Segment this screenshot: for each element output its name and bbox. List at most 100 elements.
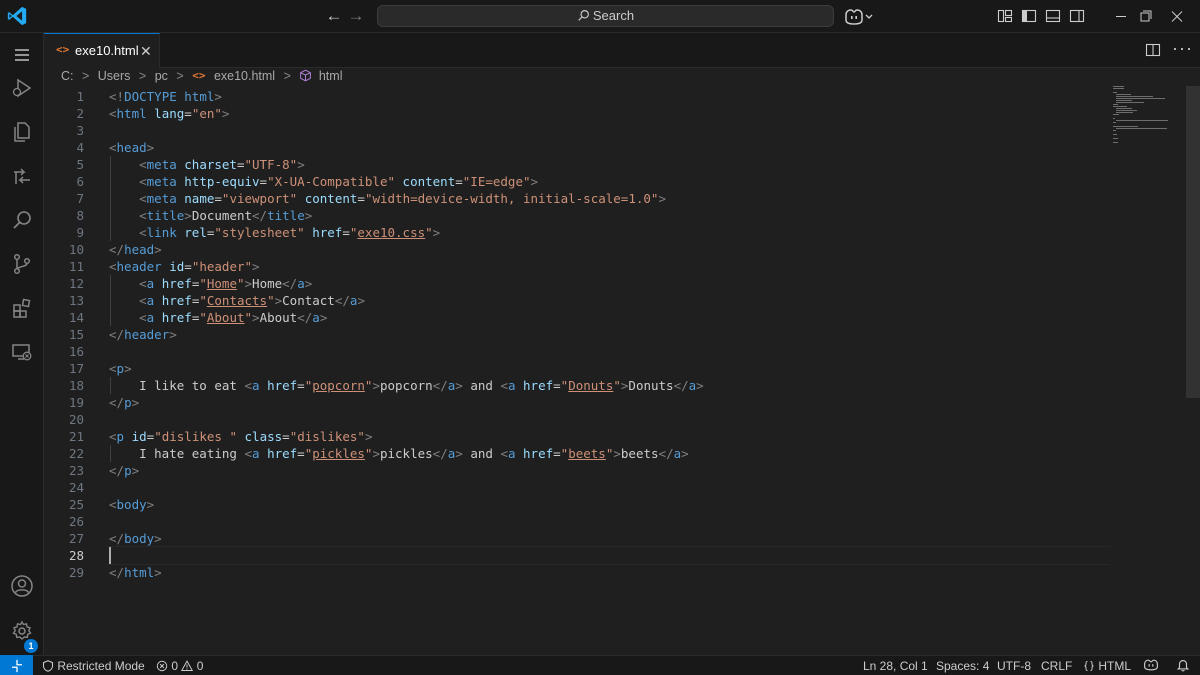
code-line[interactable]: 26 bbox=[44, 513, 1110, 530]
remote-explorer-icon[interactable] bbox=[0, 330, 44, 374]
line-number: 21 bbox=[68, 429, 84, 444]
close-tab-icon[interactable]: ✕ bbox=[140, 43, 152, 59]
code-line[interactable]: 8 <title>Document</title> bbox=[44, 207, 1110, 224]
code-line[interactable]: 23 </p> bbox=[44, 462, 1110, 479]
minimap[interactable] bbox=[1113, 86, 1183, 146]
breadcrumb-symbol[interactable]: html bbox=[319, 69, 343, 83]
command-center-search[interactable]: Search bbox=[377, 5, 834, 27]
code-text[interactable]: <a href="Contacts">Contact</a> bbox=[109, 292, 365, 309]
code-line[interactable]: 27 </body> bbox=[44, 530, 1110, 547]
code-line[interactable]: 13 <a href="Contacts">Contact</a> bbox=[44, 292, 1110, 309]
code-line[interactable]: 18 I like to eat <a href="popcorn">popco… bbox=[44, 377, 1110, 394]
code-text[interactable]: <body> bbox=[109, 496, 154, 513]
code-line[interactable]: 14 <a href="About">About</a> bbox=[44, 309, 1110, 326]
code-editor[interactable]: 1 <!DOCTYPE html> 2 <html lang="en"> 3 4 <head… bbox=[44, 86, 1184, 655]
code-text[interactable]: </html> bbox=[109, 564, 162, 581]
code-line[interactable]: 21 <p id="dislikes " class="dislikes"> bbox=[44, 428, 1110, 445]
code-line[interactable]: 15 </header> bbox=[44, 326, 1110, 343]
code-text[interactable]: <html lang="en"> bbox=[109, 105, 229, 122]
code-text[interactable]: <title>Document</title> bbox=[109, 207, 312, 224]
problems-item[interactable]: 0 0 bbox=[156, 658, 203, 674]
code-text[interactable]: <meta name="viewport" content="width=dev… bbox=[109, 190, 666, 207]
notifications-bell-icon[interactable] bbox=[1176, 658, 1190, 675]
code-text[interactable]: </p> bbox=[109, 394, 139, 411]
breadcrumb-drive[interactable]: C: bbox=[61, 69, 74, 83]
remote-indicator[interactable] bbox=[0, 655, 33, 675]
code-text[interactable]: </header> bbox=[109, 326, 177, 343]
code-text[interactable]: </p> bbox=[109, 462, 139, 479]
source-control-icon[interactable] bbox=[0, 242, 44, 286]
code-text[interactable]: <head> bbox=[109, 139, 154, 156]
code-line[interactable]: 16 bbox=[44, 343, 1110, 360]
accounts-icon[interactable] bbox=[0, 564, 44, 608]
customize-layout-icon[interactable] bbox=[997, 8, 1013, 24]
code-text[interactable]: <a href="Home">Home</a> bbox=[109, 275, 312, 292]
code-text[interactable]: <meta charset="UTF-8"> bbox=[109, 156, 305, 173]
code-line[interactable]: 28 bbox=[44, 547, 1110, 564]
code-text[interactable]: <p> bbox=[109, 360, 132, 377]
end-of-line[interactable]: CRLF bbox=[1041, 658, 1072, 674]
line-number: 8 bbox=[76, 208, 84, 223]
code-line[interactable]: 20 bbox=[44, 411, 1110, 428]
code-text[interactable]: <p id="dislikes " class="dislikes"> bbox=[109, 428, 372, 445]
breadcrumb-users[interactable]: Users bbox=[98, 69, 131, 83]
code-line[interactable]: 2 <html lang="en"> bbox=[44, 105, 1110, 122]
restricted-mode-item[interactable]: Restricted Mode bbox=[42, 658, 145, 674]
explorer-icon[interactable] bbox=[0, 110, 44, 154]
copilot-icon[interactable] bbox=[843, 7, 875, 27]
code-line[interactable]: 12 <a href="Home">Home</a> bbox=[44, 275, 1110, 292]
copilot-status-icon[interactable] bbox=[1143, 658, 1159, 675]
code-line[interactable]: 4 <head> bbox=[44, 139, 1110, 156]
code-line[interactable]: 24 bbox=[44, 479, 1110, 496]
code-line[interactable]: 10 </head> bbox=[44, 241, 1110, 258]
manage-gear-icon[interactable]: 1 bbox=[0, 609, 44, 653]
split-editor-icon[interactable] bbox=[1145, 42, 1161, 58]
code-line[interactable]: 29 </html> bbox=[44, 564, 1110, 581]
more-actions-icon[interactable]: ··· bbox=[1172, 38, 1193, 59]
toggle-panel-icon[interactable] bbox=[1045, 8, 1061, 24]
run-and-debug-icon[interactable] bbox=[0, 66, 44, 110]
code-line[interactable]: 9 <link rel="stylesheet" href="exe10.css… bbox=[44, 224, 1110, 241]
code-text[interactable]: <!DOCTYPE html> bbox=[109, 88, 222, 105]
line-number: 22 bbox=[68, 446, 84, 461]
toggle-primary-sidebar-icon[interactable] bbox=[1021, 8, 1037, 24]
code-line[interactable]: 17 <p> bbox=[44, 360, 1110, 377]
code-line[interactable]: 25 <body> bbox=[44, 496, 1110, 513]
status-bar: Restricted Mode 0 0 Ln 28, Col 1 Spaces:… bbox=[0, 655, 1200, 675]
close-window-icon[interactable] bbox=[1154, 0, 1200, 33]
code-text[interactable]: </head> bbox=[109, 241, 162, 258]
code-line[interactable]: 3 bbox=[44, 122, 1110, 139]
code-line[interactable]: 22 I hate eating <a href="pickles">pickl… bbox=[44, 445, 1110, 462]
editor-scrollbar[interactable] bbox=[1186, 86, 1200, 655]
code-text[interactable]: <a href="About">About</a> bbox=[109, 309, 327, 326]
tab-exe10-html[interactable]: <> exe10.html ✕ bbox=[44, 33, 160, 68]
activity-bar: 1 bbox=[0, 33, 44, 655]
toggle-secondary-sidebar-icon[interactable] bbox=[1069, 8, 1085, 24]
breadcrumb-pc[interactable]: pc bbox=[155, 69, 168, 83]
code-line[interactable]: 6 <meta http-equiv="X-UA-Compatible" con… bbox=[44, 173, 1110, 190]
breadcrumb-file[interactable]: exe10.html bbox=[214, 69, 275, 83]
scrollbar-thumb[interactable] bbox=[1186, 86, 1200, 398]
forward-arrow-icon[interactable]: → bbox=[346, 6, 366, 26]
search-view-icon[interactable] bbox=[0, 198, 44, 242]
code-line[interactable]: 19 </p> bbox=[44, 394, 1110, 411]
vscode-logo-icon[interactable] bbox=[6, 5, 28, 27]
back-arrow-icon[interactable]: ← bbox=[324, 6, 344, 26]
encoding[interactable]: UTF-8 bbox=[997, 658, 1031, 674]
indentation[interactable]: Spaces: 4 bbox=[936, 658, 989, 674]
source-control-graph-icon[interactable] bbox=[0, 154, 44, 198]
code-text[interactable]: <header id="header"> bbox=[109, 258, 260, 275]
code-text[interactable]: <meta http-equiv="X-UA-Compatible" conte… bbox=[109, 173, 538, 190]
warning-count: 0 bbox=[196, 659, 204, 673]
code-text[interactable]: <link rel="stylesheet" href="exe10.css"> bbox=[109, 224, 440, 241]
code-text[interactable]: I hate eating <a href="pickles">pickles<… bbox=[109, 445, 689, 462]
code-text[interactable]: </body> bbox=[109, 530, 162, 547]
cursor-position[interactable]: Ln 28, Col 1 bbox=[863, 658, 928, 674]
code-line[interactable]: 7 <meta name="viewport" content="width=d… bbox=[44, 190, 1110, 207]
code-line[interactable]: 1 <!DOCTYPE html> bbox=[44, 88, 1110, 105]
code-line[interactable]: 11 <header id="header"> bbox=[44, 258, 1110, 275]
language-mode[interactable]: HTML bbox=[1083, 658, 1131, 674]
extensions-icon[interactable] bbox=[0, 286, 44, 330]
code-line[interactable]: 5 <meta charset="UTF-8"> bbox=[44, 156, 1110, 173]
code-text[interactable]: I like to eat <a href="popcorn">popcorn<… bbox=[109, 377, 704, 394]
